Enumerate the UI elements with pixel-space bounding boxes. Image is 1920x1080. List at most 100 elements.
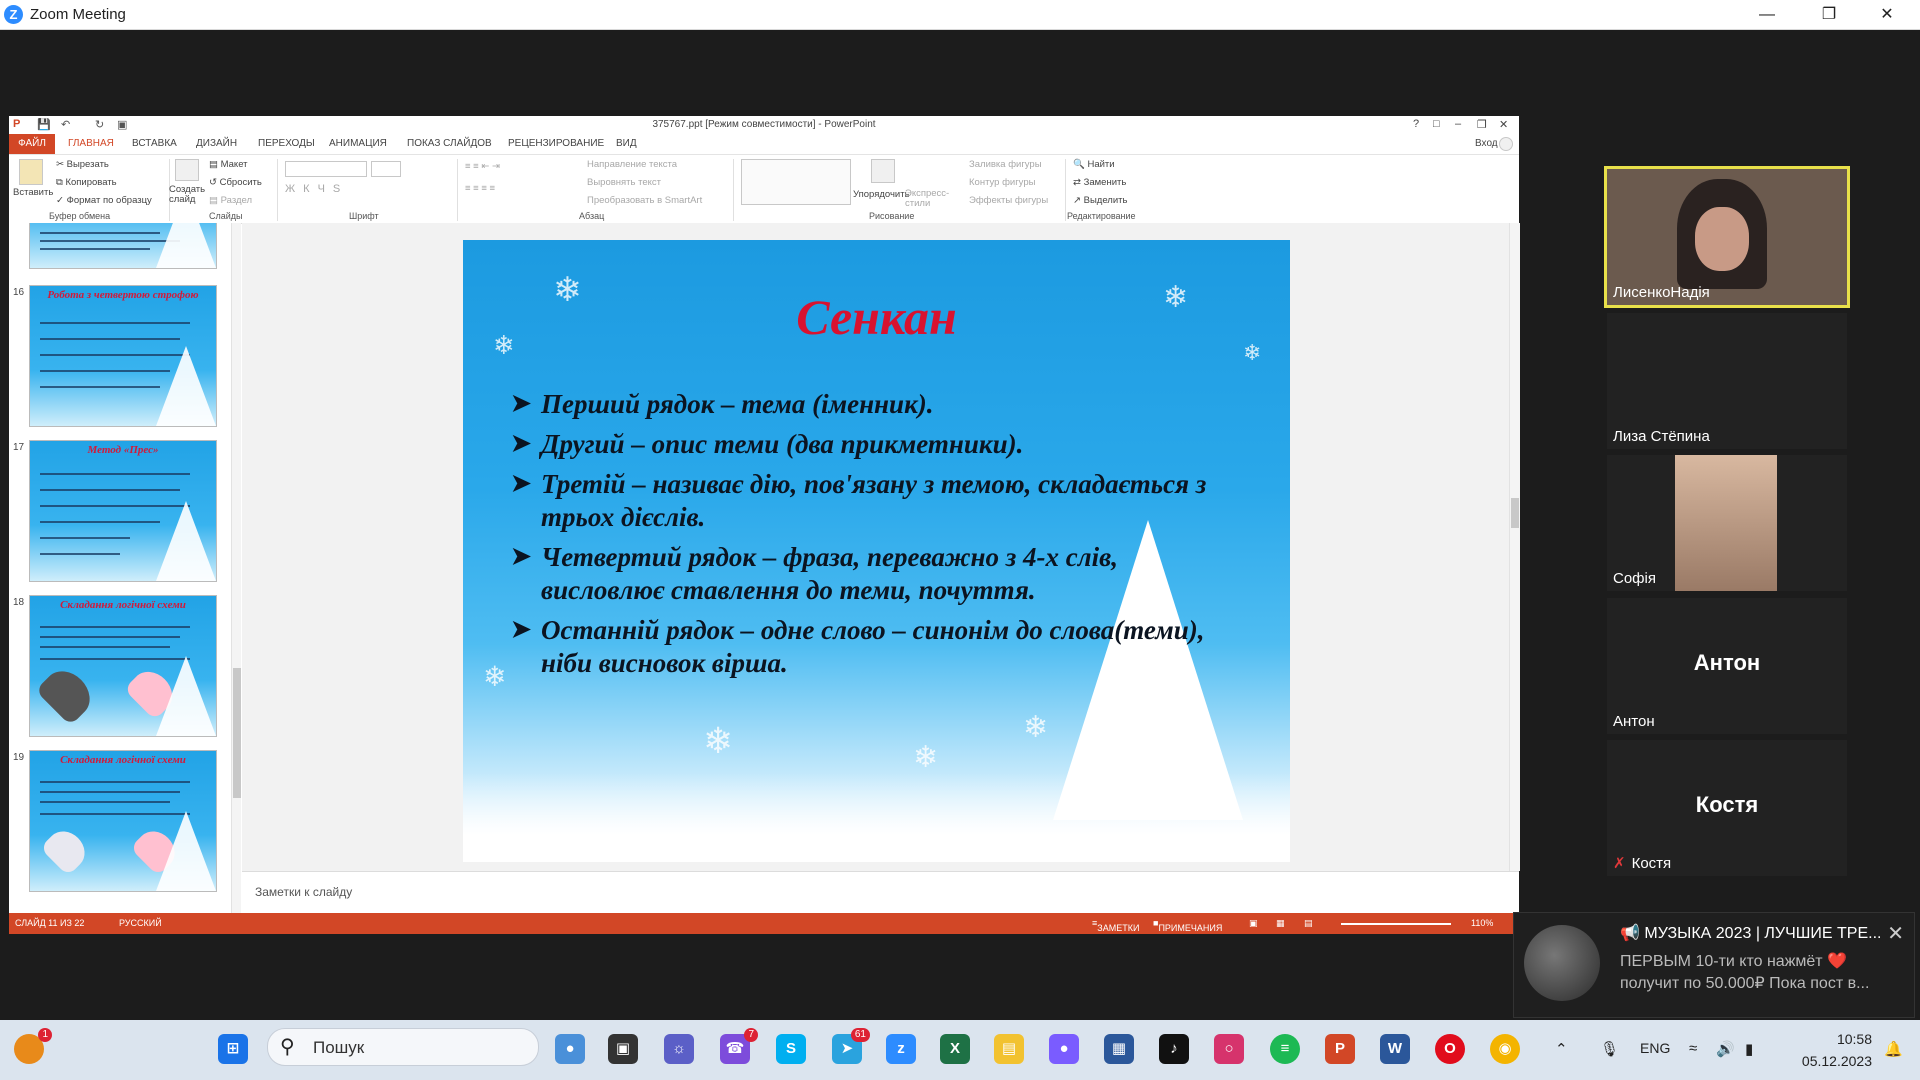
current-slide[interactable]: ❄ ❄ ❄ ❄ ❄ ❄ ❄ ❄ Сенкан ➤ Перший рядок – т… (463, 240, 1290, 862)
normal-view-icon[interactable]: ▣ (1249, 918, 1258, 929)
participant-tile[interactable]: Костя ✗ Костя (1607, 740, 1847, 876)
messenger-icon[interactable]: ● (1049, 1034, 1079, 1064)
search-box[interactable]: ⚲ Пошук (267, 1028, 539, 1066)
file-explorer-icon[interactable]: ▤ (994, 1034, 1024, 1064)
tab-insert[interactable]: ВСТАВКА (132, 138, 177, 149)
arrange-button[interactable]: Упорядочить (853, 189, 910, 200)
minimize-button[interactable]: — (1744, 2, 1790, 28)
tab-review[interactable]: РЕЦЕНЗИРОВАНИЕ (508, 138, 604, 149)
notification-toast[interactable]: 📢 МУЗЫКА 2023 | ЛУЧШИЕ ТРЕ... ПЕРВЫМ 10-… (1513, 912, 1915, 1018)
viber-icon[interactable]: ☎ 7 (720, 1028, 758, 1064)
shape-effects-button[interactable]: Эффекты фигуры (969, 195, 1048, 206)
slide-thumbnail[interactable] (29, 223, 217, 269)
sorter-view-icon[interactable]: ▦ (1276, 918, 1285, 929)
font-size-select[interactable] (371, 161, 401, 177)
slide-scrollbar[interactable] (1509, 223, 1520, 871)
ppt-minimize-button[interactable]: – (1455, 118, 1461, 130)
tiktok-icon[interactable]: ♪ (1159, 1034, 1189, 1064)
zoom-taskbar-icon[interactable]: z (886, 1034, 916, 1064)
slide-thumbnail[interactable]: Робота з четвертою строфою (29, 285, 217, 427)
shapes-gallery[interactable] (741, 159, 851, 205)
scrollbar-thumb[interactable] (1511, 498, 1519, 528)
slide-thumbnail[interactable]: Складання логічної схеми (29, 750, 217, 892)
layout-button[interactable]: ▤ Макет (209, 159, 248, 170)
spotify-icon[interactable]: ≡ (1270, 1034, 1300, 1064)
word-icon[interactable]: W (1380, 1034, 1410, 1064)
notes-pane[interactable]: Заметки к слайду (242, 871, 1519, 914)
ribbon-display-icon[interactable]: □ (1433, 118, 1440, 130)
list-buttons[interactable]: ≡ ≡ ⇤ ⇥ (465, 161, 500, 172)
select-button[interactable]: ↗ Выделить (1073, 195, 1127, 206)
participant-tile[interactable]: Софія (1607, 455, 1847, 591)
close-notification-icon[interactable]: ✕ (1887, 921, 1904, 946)
sign-in-link[interactable]: Вход (1475, 138, 1498, 149)
tab-slideshow[interactable]: ПОКАЗ СЛАЙДОВ (407, 138, 492, 149)
ppt-restore-button[interactable]: ❐ (1477, 118, 1487, 131)
paste-icon[interactable] (19, 159, 43, 185)
windows-start-icon[interactable]: ⊞ (218, 1034, 248, 1064)
shape-fill-button[interactable]: Заливка фигуры (969, 159, 1042, 170)
participant-tile[interactable]: Антон Антон (1607, 598, 1847, 734)
chevron-up-icon[interactable]: ⌃ (1555, 1040, 1568, 1058)
smartart-button[interactable]: Преобразовать в SmartArt (587, 195, 702, 206)
tab-file[interactable]: ФАЙЛ (9, 134, 55, 154)
language-indicator[interactable]: ENG (1640, 1040, 1670, 1056)
tab-transitions[interactable]: ПЕРЕХОДЫ (258, 138, 315, 149)
telegram-icon[interactable]: ➤ 61 (832, 1028, 870, 1064)
thumbnails-scrollbar[interactable] (231, 223, 241, 913)
quick-styles-button[interactable]: Экспресс-стили (905, 189, 949, 209)
cut-button[interactable]: ✂ Вырезать (56, 159, 109, 170)
participant-tile[interactable]: Лиза Стёпина (1607, 313, 1847, 449)
account-icon[interactable] (1499, 137, 1513, 151)
microphone-icon[interactable]: 🎙 (1600, 1040, 1619, 1058)
align-buttons[interactable]: ≡ ≡ ≡ ≡ (465, 183, 495, 194)
chrome-icon[interactable]: ◉ (1490, 1034, 1520, 1064)
zoom-level[interactable]: 110% (1471, 918, 1493, 928)
ppt-close-button[interactable]: ✕ (1499, 118, 1508, 131)
slide-thumbnail[interactable]: Складання логічної схеми (29, 595, 217, 737)
paste-button[interactable]: Вставить (13, 187, 53, 198)
find-button[interactable]: 🔍 Найти (1073, 159, 1115, 170)
slide-bullet-list[interactable]: ➤ Перший рядок – тема (іменник). ➤ Другий … (511, 388, 1241, 687)
notes-toggle[interactable]: ≡ ЗАМЕТКИ (1092, 918, 1139, 933)
font-family-select[interactable] (285, 161, 367, 177)
text-direction-button[interactable]: Направление текста (587, 159, 677, 170)
new-slide-button[interactable]: Создать слайд (169, 185, 205, 205)
reset-button[interactable]: ↺ Сбросить (209, 177, 262, 188)
format-painter-button[interactable]: ✓ Формат по образцу (56, 195, 152, 206)
new-slide-icon[interactable] (175, 159, 199, 181)
replace-button[interactable]: ⇄ Заменить (1073, 177, 1126, 188)
volume-icon[interactable]: 🔊 (1716, 1040, 1735, 1058)
teams-icon[interactable]: ☼ (664, 1034, 694, 1064)
powerpoint-icon[interactable]: P (1325, 1034, 1355, 1064)
tab-animation[interactable]: АНИМАЦИЯ (329, 138, 387, 149)
clock[interactable]: 10:58 05.12.2023 (1802, 1028, 1872, 1072)
close-button[interactable]: ✕ (1864, 2, 1910, 28)
help-icon[interactable]: ? (1413, 118, 1419, 130)
zoom-slider[interactable] (1341, 923, 1451, 925)
participant-tile-active[interactable]: ЛисенкоНадія (1604, 166, 1850, 308)
section-button[interactable]: ▤ Раздел (209, 195, 252, 206)
slide-thumbnails-pane[interactable]: 16 Робота з четвертою строфою 17 Метод «… (9, 223, 241, 913)
reading-view-icon[interactable]: ▤ (1304, 918, 1313, 929)
arrange-icon[interactable] (871, 159, 895, 183)
instagram-icon[interactable]: ○ (1214, 1034, 1244, 1064)
restore-button[interactable]: ❐ (1806, 2, 1852, 28)
widgets-icon[interactable]: ● (555, 1034, 585, 1064)
tab-home[interactable]: ГЛАВНАЯ (68, 138, 114, 149)
align-text-button[interactable]: Выровнять текст (587, 177, 661, 188)
notification-bell-icon[interactable]: 🔔 (1884, 1040, 1903, 1058)
battery-icon[interactable]: ▮ (1745, 1040, 1753, 1058)
app-orange-icon[interactable]: 1 (14, 1028, 52, 1064)
slide-thumbnail[interactable]: Метод «Прес» (29, 440, 217, 582)
wifi-icon[interactable]: ≈ (1689, 1040, 1697, 1057)
skype-icon[interactable]: S (776, 1034, 806, 1064)
comments-toggle[interactable]: ■ ПРИМЕЧАНИЯ (1153, 918, 1222, 933)
opera-icon[interactable]: O (1435, 1034, 1465, 1064)
slide-title[interactable]: Сенкан (463, 288, 1290, 346)
shape-outline-button[interactable]: Контур фигуры (969, 177, 1035, 188)
copy-button[interactable]: ⧉ Копировать (56, 177, 117, 188)
font-format-buttons[interactable]: ЖКЧS (285, 183, 348, 195)
scrollbar-thumb[interactable] (233, 668, 241, 798)
tab-design[interactable]: ДИЗАЙН (196, 138, 237, 149)
